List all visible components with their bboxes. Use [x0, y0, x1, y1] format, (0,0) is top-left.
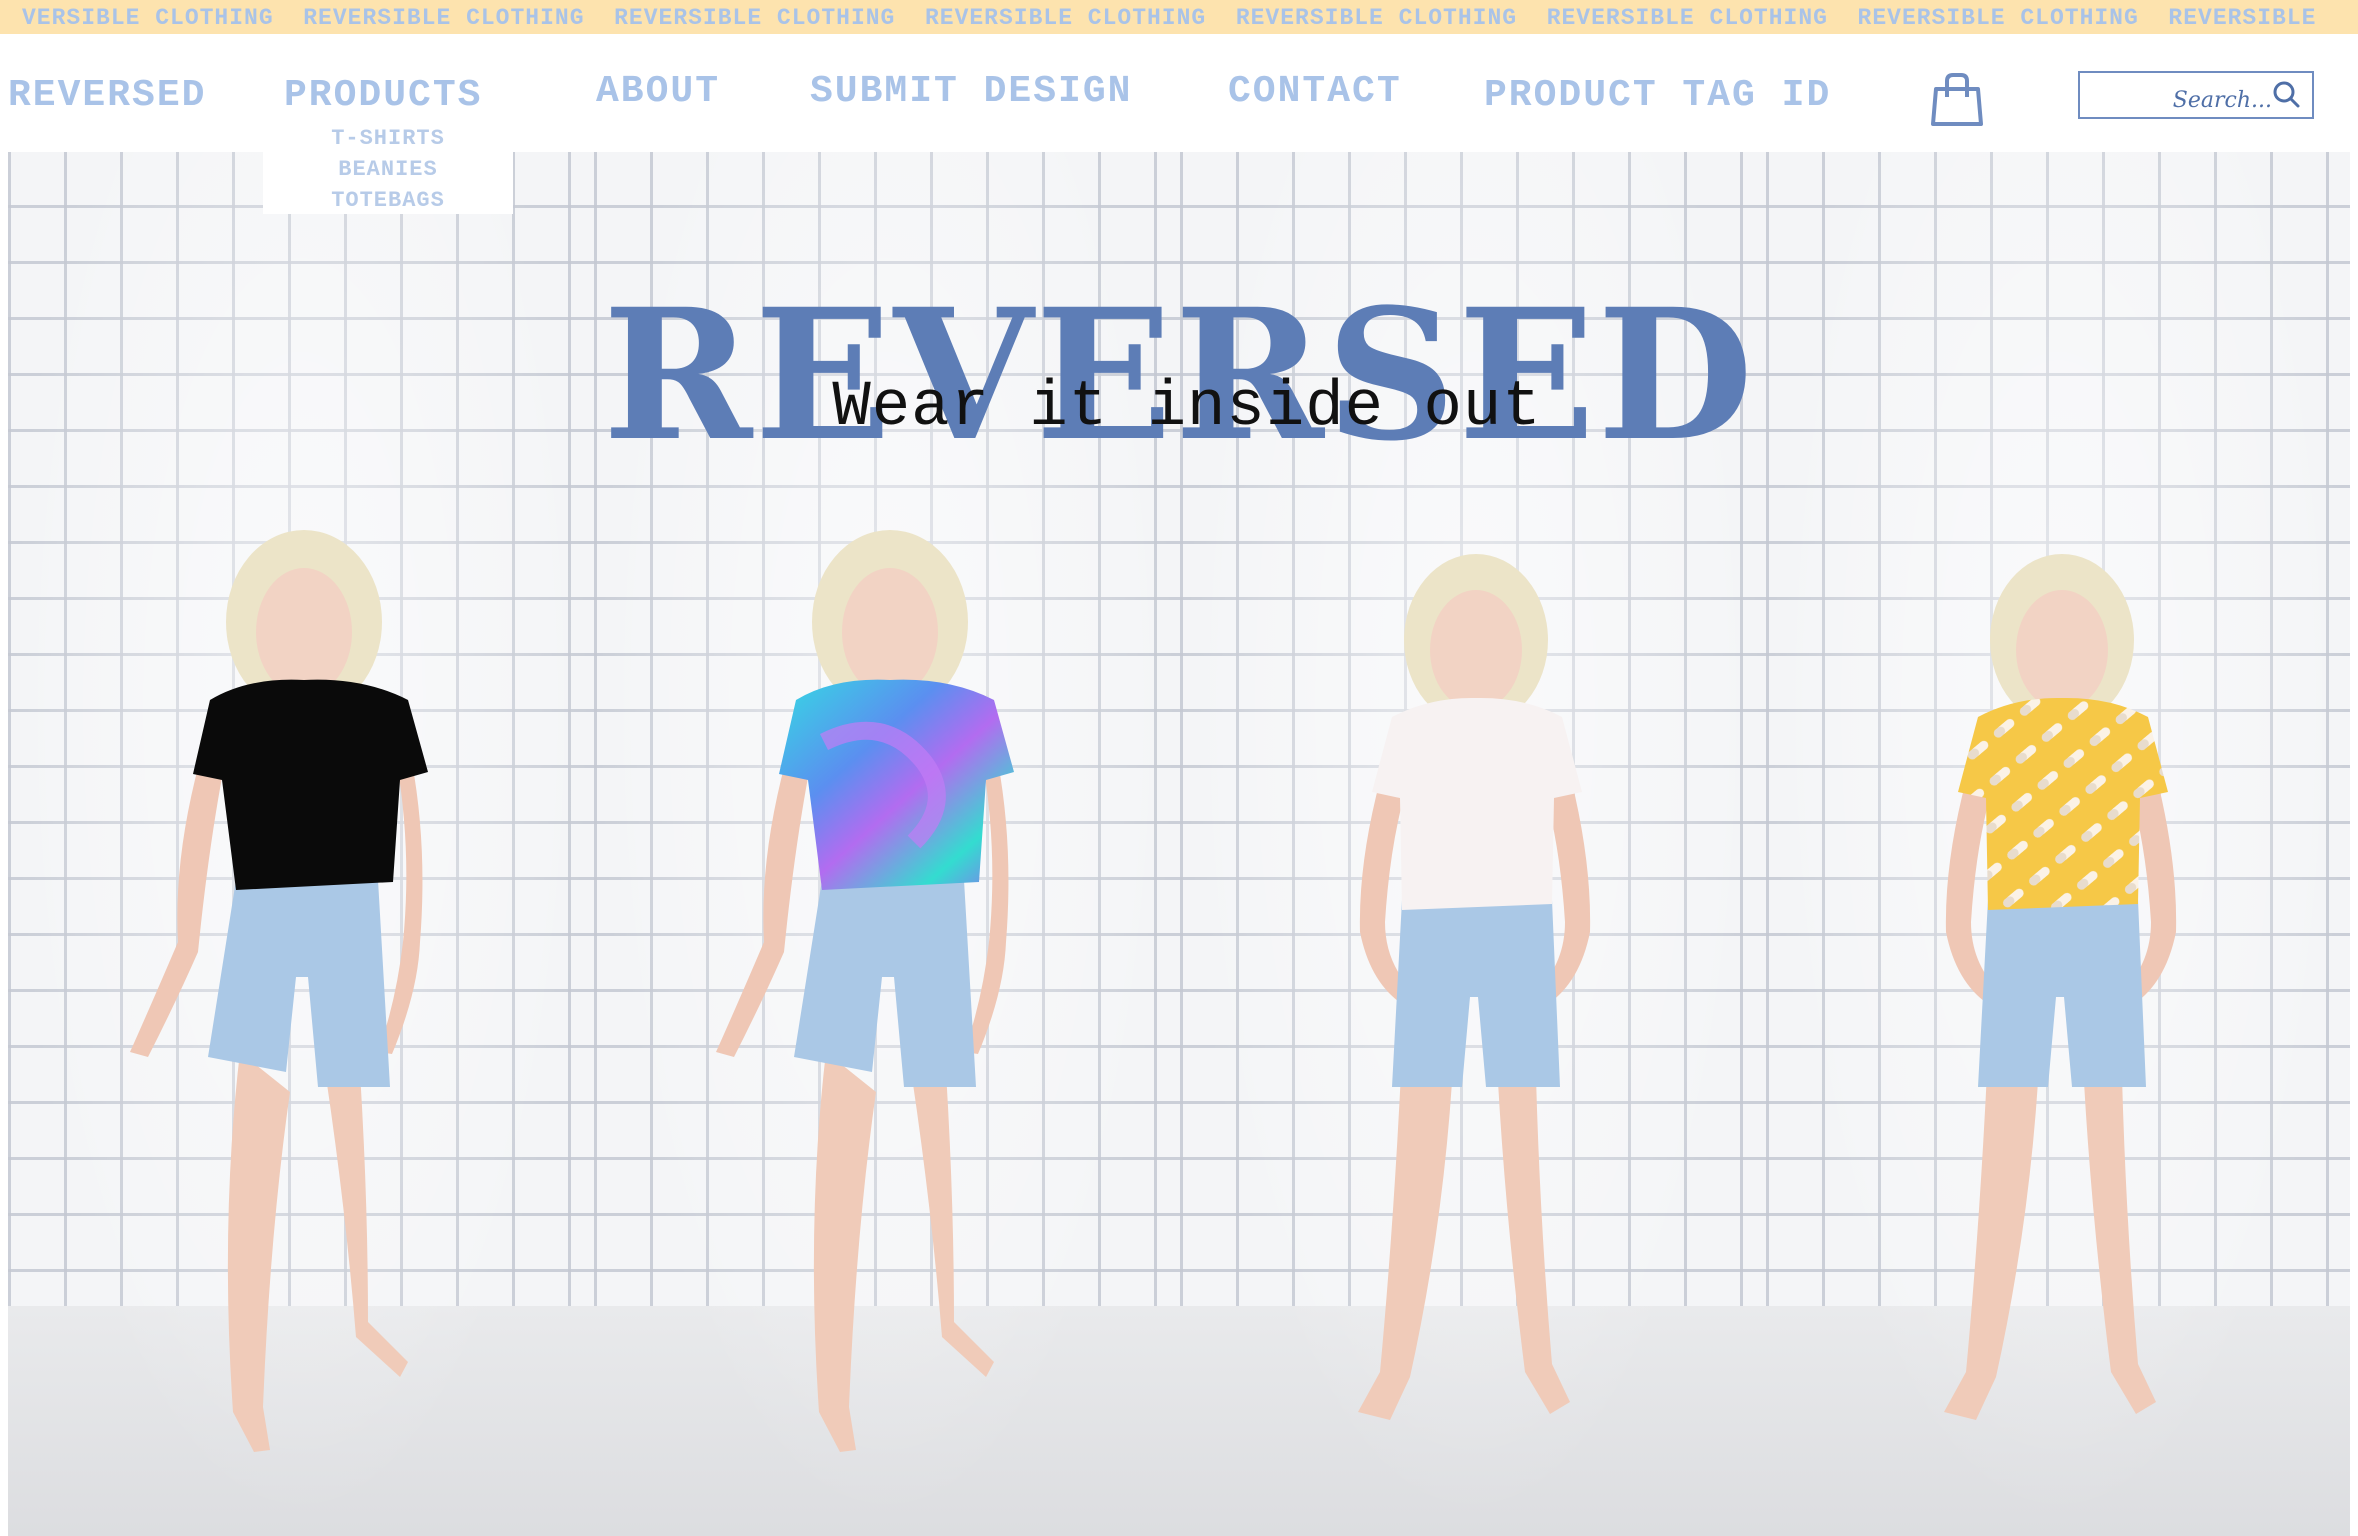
marquee-item: REVERSIBLE CLOTHING	[1546, 5, 1828, 31]
nav-product-tag-id-link[interactable]: PRODUCT TAG ID	[1484, 74, 1831, 117]
marquee-track: VERSIBLE CLOTHING REVERSIBLE CLOTHING RE…	[22, 4, 2336, 32]
search-box	[2078, 71, 2314, 119]
hero-tagline: Wear it inside out	[832, 372, 1542, 444]
marquee-item: REVERSIBLE CLOTHING	[924, 5, 1207, 31]
nav-contact-link[interactable]: CONTACT	[1228, 70, 1402, 113]
marquee-item: REVERSIBLE CLOTHING	[303, 5, 585, 31]
marquee-item: REVERSIBLE CLOTHING	[1857, 5, 2139, 31]
menu-item-totebags[interactable]: TOTEBAGS	[263, 185, 513, 216]
nav-products-link[interactable]: PRODUCTS	[284, 74, 482, 117]
marquee-banner: VERSIBLE CLOTHING REVERSIBLE CLOTHING RE…	[0, 0, 2358, 34]
menu-item-t-shirts[interactable]: T-SHIRTS	[263, 123, 513, 154]
products-dropdown: T-SHIRTS BEANIES TOTEBAGS	[263, 118, 513, 214]
search-icon[interactable]	[2270, 79, 2302, 111]
marquee-item: VERSIBLE CLOTHING	[22, 5, 274, 31]
search-input[interactable]	[2084, 79, 2272, 113]
shopping-bag-icon[interactable]	[1928, 72, 1986, 128]
menu-item-beanies[interactable]: BEANIES	[263, 154, 513, 185]
marquee-item: REVERSIBLE	[2168, 5, 2317, 31]
nav-about-link[interactable]: ABOUT	[596, 70, 720, 113]
marquee-item: REVERSIBLE CLOTHING	[1235, 5, 1518, 31]
nav-brand-link[interactable]: REVERSED	[8, 74, 206, 117]
marquee-item: REVERSIBLE CLOTHING	[614, 5, 896, 31]
nav-submit-design-link[interactable]: SUBMIT DESIGN	[810, 70, 1132, 113]
